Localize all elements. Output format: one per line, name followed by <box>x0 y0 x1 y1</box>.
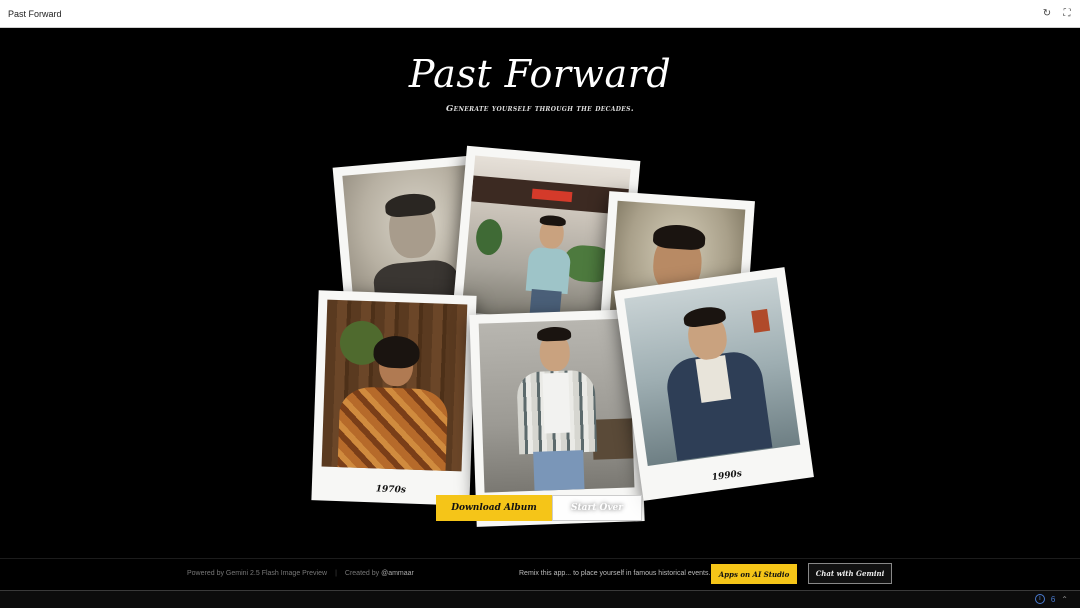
status-bar: i 6 ⌃ <box>0 590 1080 608</box>
main-stage: Past Forward Generate yourself through t… <box>0 28 1080 558</box>
window-title: Past Forward <box>8 8 62 19</box>
download-album-button[interactable]: Download Album <box>436 495 552 521</box>
chat-with-gemini-button[interactable]: Chat with Gemini <box>808 563 892 584</box>
refresh-icon[interactable]: ↻ <box>1042 8 1052 19</box>
footer-separator: | <box>335 570 337 577</box>
polaroid-photo <box>624 277 801 467</box>
apps-on-ai-studio-button[interactable]: Apps on AI Studio <box>711 564 797 584</box>
remix-hint: to place yourself in famous historical e… <box>573 570 711 577</box>
created-by-label: Created by <box>344 570 380 577</box>
app-topbar: Past Forward ↻ ⛶ <box>0 0 1080 28</box>
footer-credits: Powered by Gemini 2.5 Flash Image Previe… <box>187 570 414 577</box>
remix-text: Remix this app... to place yourself in f… <box>519 570 710 577</box>
footer: Powered by Gemini 2.5 Flash Image Previe… <box>0 558 1080 590</box>
page-subtitle: Generate yourself through the decades. <box>446 104 634 114</box>
powered-by-text: Powered by Gemini 2.5 Flash Image Previe… <box>187 570 328 577</box>
polaroid-card[interactable]: 1990s <box>614 267 814 501</box>
topbar-icons: ↻ ⛶ <box>1042 8 1072 19</box>
polaroid-photo <box>321 299 468 472</box>
created-by-text: Created by @ammaar <box>345 570 414 577</box>
info-icon: i <box>1034 594 1045 604</box>
polaroid-photo <box>478 318 635 493</box>
chevron-up-icon[interactable]: ⌃ <box>1061 595 1068 604</box>
fullscreen-icon[interactable]: ⛶ <box>1062 8 1072 19</box>
start-over-button[interactable]: Start Over <box>552 495 642 521</box>
polaroid-card[interactable]: 1970s <box>311 290 477 506</box>
status-count: 6 <box>1050 594 1056 604</box>
status-info[interactable]: i 6 ⌃ <box>1034 594 1068 604</box>
polaroid-caption: 1990s <box>711 469 743 484</box>
remix-label: Remix this app... <box>519 570 572 577</box>
page-title: Past Forward <box>408 52 672 96</box>
author-link[interactable]: @ammaar <box>381 570 414 577</box>
